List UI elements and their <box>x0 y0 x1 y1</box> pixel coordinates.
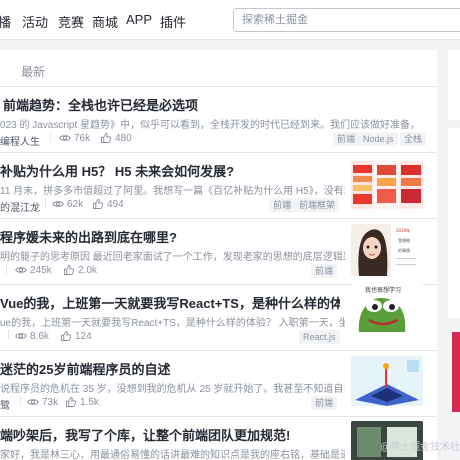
article-author[interactable]: 编程人生 <box>0 133 40 148</box>
divider <box>20 396 21 406</box>
list-item[interactable]: 程序媛未来的出路到底在哪里? 明的躯子的思考原因 最近回老家面试了一个工作，发现… <box>0 219 437 285</box>
eye-icon <box>15 333 27 339</box>
divider <box>6 264 7 274</box>
view-count: 73k <box>27 396 58 408</box>
view-count-value: 8.6k <box>30 330 49 342</box>
divider <box>45 198 46 208</box>
article-thumbnail[interactable] <box>351 161 423 209</box>
thumbnail-caption: 我想做 <box>398 237 410 243</box>
view-count: 245k <box>15 264 52 276</box>
article-tag[interactable]: Node.js <box>359 132 398 146</box>
sidebar-card <box>448 50 460 120</box>
eye-icon <box>52 201 64 207</box>
thumbnail-caption: 我也很想学习 <box>365 286 401 294</box>
view-count-value: 76k <box>74 132 91 144</box>
article-title[interactable]: 补贴为什么用 H5？ H5 未来会如何发展? <box>0 161 340 180</box>
article-title[interactable]: 程序媛未来的出路到底在哪里? <box>0 227 340 246</box>
article-tag[interactable]: React.js <box>299 330 340 344</box>
thumbs-up-icon <box>93 199 104 209</box>
like-count-value: 2.0k <box>78 264 97 276</box>
article-title[interactable]: Vue的我，上班第一天就要我写React+TS，是种什么样的体验? <box>0 293 340 312</box>
like-count-value: 1.5k <box>80 396 99 408</box>
view-count: 76k <box>59 132 90 144</box>
article-thumbnail[interactable] <box>351 356 423 406</box>
nav-item-events[interactable]: 活动 <box>22 12 48 31</box>
article-excerpt: 家好，我是林三心，用最通俗易懂的话讲最难的知识点是我的座右铭，基础是进阶的... <box>0 450 345 460</box>
view-count-value: 62k <box>67 198 84 210</box>
thumbs-up-icon <box>64 265 75 275</box>
list-item[interactable]: 补贴为什么用 H5？ H5 未来会如何发展? 11 月末，拼多多市值超过了阿里。… <box>0 153 437 219</box>
thumbs-up-icon <box>101 133 112 143</box>
article-title[interactable]: 前端趋势：全栈也许已经是必选项 <box>3 95 343 114</box>
nav-item-contest[interactable]: 竞赛 <box>58 12 84 31</box>
list-item[interactable]: 前端趋势：全栈也许已经是必选项 023 的 Javascript 星趋势》中，似… <box>0 87 437 153</box>
article-tag[interactable]: 前端 <box>311 264 338 278</box>
like-count-value: 124 <box>75 330 92 342</box>
like-count[interactable]: 2.0k <box>63 264 97 276</box>
eye-icon <box>27 399 39 405</box>
article-excerpt: 023 的 Javascript 星趋势》中，似乎可以看到，全栈开发的时代已经到… <box>0 120 420 131</box>
article-title[interactable]: 迷茫的25岁前端程序员的自述 <box>0 359 340 378</box>
article-author[interactable]: 鹭 <box>0 397 10 412</box>
nav-item-app[interactable]: APP <box>126 12 152 27</box>
article-tag[interactable]: 前端框架 <box>295 198 340 212</box>
watermark: @稀土掘金技术社区 <box>380 442 460 453</box>
view-count: 8.6k <box>15 330 49 342</box>
view-count: 62k <box>52 198 83 210</box>
article-tag[interactable]: 前端 <box>311 396 338 410</box>
like-count[interactable]: 480 <box>100 132 132 144</box>
article-excerpt: ue的我，上班第一天就要我写React+TS，是种什么样的体验？ 入职第一天，坐… <box>0 318 345 329</box>
article-excerpt: 明的躯子的思考原因 最近回老家面试了一个工作，发现老家的思想的底层逻辑是：到..… <box>0 252 345 263</box>
like-count[interactable]: 494 <box>92 198 124 210</box>
tab-latest[interactable]: 最新 <box>21 63 45 80</box>
like-count-value: 480 <box>115 132 132 144</box>
search-box[interactable] <box>233 8 460 32</box>
nav-item-mall[interactable]: 商城 <box>92 12 118 31</box>
article-author[interactable]: 的混江龙 <box>0 199 40 214</box>
sidebar-banner[interactable] <box>452 332 460 412</box>
article-thumbnail[interactable]: 我也很想学习 <box>351 284 423 334</box>
top-header: 播 活动 竞赛 商城 APP 插件 <box>0 0 460 40</box>
thumbnail-caption: 2019年 <box>396 227 410 233</box>
eye-icon <box>15 267 27 273</box>
article-excerpt: 11 月末，拼多多市值超过了阿里。我想写一篇《百亿补贴为什么用 H5》，没有动笔… <box>0 186 345 197</box>
nav-item-plugins[interactable]: 插件 <box>160 12 186 31</box>
nav-item-live[interactable]: 播 <box>0 12 11 31</box>
list-item[interactable]: 迷茫的25岁前端程序员的自述 说程序员的危机在 35 岁，没想到我的危机从 25… <box>0 351 437 417</box>
thumbs-up-icon <box>66 397 77 407</box>
article-tag[interactable]: 前端 <box>269 198 296 212</box>
list-item[interactable]: Vue的我，上班第一天就要我写React+TS，是种什么样的体验? ue的我，上… <box>0 284 437 351</box>
like-count-value: 494 <box>107 198 124 210</box>
article-excerpt: 说程序员的危机在 35 岁，没想到我的危机从 25 岁就开始了。我甚至不知道自己… <box>0 384 345 395</box>
search-input[interactable] <box>234 9 460 31</box>
thumbs-up-icon <box>61 331 72 341</box>
view-count-value: 73k <box>42 396 59 408</box>
like-count[interactable]: 124 <box>60 330 92 342</box>
divider <box>50 132 51 142</box>
view-count-value: 245k <box>30 264 52 276</box>
article-tag[interactable]: 前端 <box>333 132 360 146</box>
article-title[interactable]: 端吵架后，我写了个库，让整个前端团队更加规范! <box>0 425 340 444</box>
divider <box>8 330 9 340</box>
article-thumbnail[interactable]: 2019年 我想做 的事情 <box>351 224 423 276</box>
sidebar-card <box>448 128 460 318</box>
like-count[interactable]: 1.5k <box>65 396 99 408</box>
list-item[interactable]: 端吵架后，我写了个库，让整个前端团队更加规范! 家好，我是林三心，用最通俗易懂的… <box>0 417 437 460</box>
eye-icon <box>59 135 71 141</box>
thumbnail-caption: 的事情 <box>398 247 410 253</box>
article-tag[interactable]: 全栈 <box>400 132 427 146</box>
